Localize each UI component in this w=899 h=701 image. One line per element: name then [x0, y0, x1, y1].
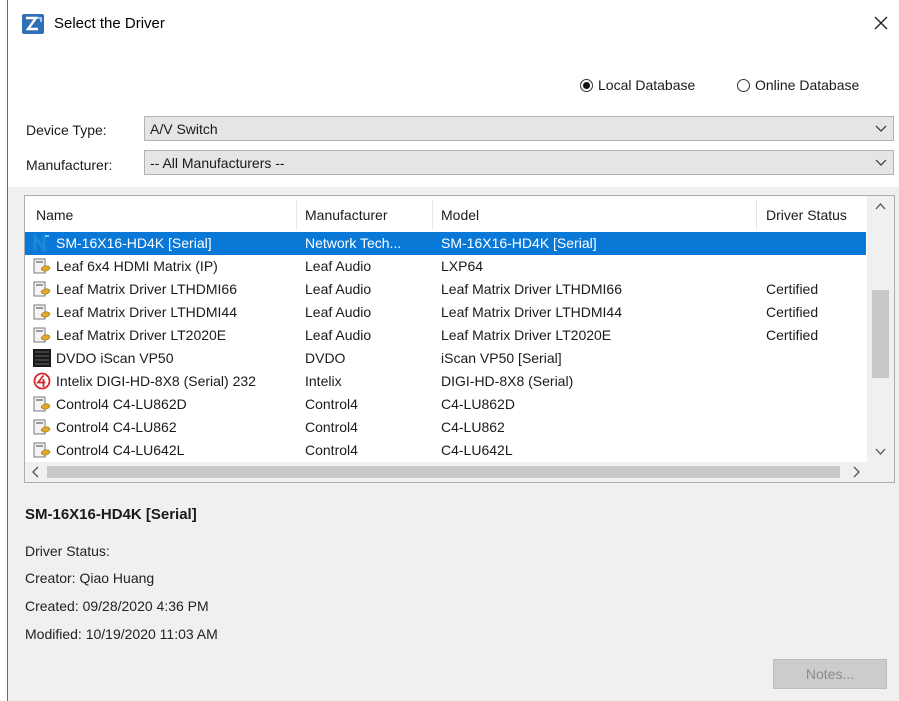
radio-checked-icon [580, 78, 593, 92]
horizontal-scrollbar[interactable] [25, 462, 867, 482]
vertical-scroll-thumb[interactable] [872, 290, 889, 378]
table-row[interactable]: SM-16X16-HD4K [Serial] Network Tech... S… [25, 232, 866, 255]
row-name: Leaf Matrix Driver LTHDMI66 [56, 281, 238, 297]
driver-status-text: Driver Status: [25, 543, 110, 559]
table-row[interactable]: Leaf Matrix Driver LT2020E Leaf Audio Le… [25, 324, 866, 347]
table-row[interactable]: Leaf Matrix Driver LTHDMI44 Leaf Audio L… [25, 301, 866, 324]
dvdo-icon [33, 349, 51, 367]
driver-list[interactable]: Name Manufacturer Model Driver Status SM… [24, 195, 895, 483]
row-manufacturer: Leaf Audio [305, 327, 372, 343]
row-manufacturer: Intelix [305, 373, 342, 389]
device-type-dropdown[interactable]: A/V Switch [144, 116, 894, 141]
local-database-radio[interactable]: Local Database [580, 77, 695, 93]
driver-package-icon [33, 419, 51, 435]
row-status: Certified [766, 281, 819, 297]
row-name: Control4 C4-LU642L [56, 442, 185, 458]
column-header-driver-status[interactable]: Driver Status [766, 207, 847, 223]
row-name: Leaf Matrix Driver LT2020E [56, 327, 227, 343]
notes-button[interactable]: Notes... [773, 659, 887, 689]
row-name: SM-16X16-HD4K [Serial] [56, 235, 212, 251]
scroll-left-button[interactable] [25, 462, 47, 482]
column-header-manufacturer[interactable]: Manufacturer [305, 207, 387, 223]
column-header-model[interactable]: Model [441, 207, 479, 223]
radio-unchecked-icon [737, 78, 750, 92]
created-date-text: Created: 09/28/2020 4:36 PM [25, 598, 209, 614]
row-name: Leaf Matrix Driver LTHDMI44 [56, 304, 238, 320]
chevron-down-icon [875, 159, 887, 166]
row-manufacturer: DVDO [305, 350, 346, 366]
window-title: Select the Driver [54, 15, 165, 32]
driver-package-icon [33, 258, 51, 274]
scroll-down-button[interactable] [867, 440, 894, 462]
manufacturer-dropdown[interactable]: -- All Manufacturers -- [144, 150, 894, 175]
device-type-value: A/V Switch [150, 121, 218, 137]
row-name: DVDO iScan VP50 [56, 350, 174, 366]
row-name: Control4 C4-LU862D [56, 396, 187, 412]
local-database-label: Local Database [598, 77, 696, 93]
row-manufacturer: Network Tech... [305, 235, 402, 251]
chevron-up-icon [875, 203, 886, 210]
table-row[interactable]: DVDO iScan VP50 DVDO iScan VP50 [Serial] [25, 347, 866, 370]
row-status: Certified [766, 304, 819, 320]
manufacturer-label: Manufacturer: [26, 157, 113, 173]
selected-driver-title: SM-16X16-HD4K [Serial] [25, 506, 197, 523]
row-model: Leaf Matrix Driver LTHDMI44 [441, 304, 623, 320]
row-model: SM-16X16-HD4K [Serial] [441, 235, 597, 251]
row-model: Leaf Matrix Driver LTHDMI66 [441, 281, 623, 297]
row-manufacturer: Leaf Audio [305, 258, 372, 274]
vertical-scrollbar[interactable] [867, 196, 894, 462]
chevron-down-icon [875, 448, 886, 455]
scrollbar-corner [867, 462, 894, 482]
horizontal-scroll-thumb[interactable] [47, 466, 840, 478]
row-model: C4-LU862D [441, 396, 515, 412]
row-model: C4-LU642L [441, 442, 513, 458]
creator-text: Creator: Qiao Huang [25, 570, 155, 586]
table-row[interactable]: Leaf 6x4 HDMI Matrix (IP) Leaf Audio LXP… [25, 255, 866, 278]
device-type-label: Device Type: [26, 122, 107, 138]
chevron-left-icon [32, 466, 39, 478]
row-manufacturer: Control4 [305, 419, 358, 435]
driver-package-icon [33, 396, 51, 412]
row-name: Leaf 6x4 HDMI Matrix (IP) [56, 258, 218, 274]
driver-package-icon [33, 281, 51, 297]
row-model: C4-LU862 [441, 419, 505, 435]
column-divider[interactable] [432, 200, 433, 230]
row-manufacturer: Leaf Audio [305, 304, 372, 320]
row-model: LXP64 [441, 258, 484, 274]
driver-package-icon [33, 327, 51, 343]
row-model: DIGI-HD-8X8 (Serial) [441, 373, 574, 389]
modified-date-text: Modified: 10/19/2020 11:03 AM [25, 626, 218, 642]
driver-package-icon [33, 442, 51, 458]
table-row[interactable]: Intelix DIGI-HD-8X8 (Serial) 232 Intelix… [25, 370, 866, 393]
online-database-radio[interactable]: Online Database [737, 77, 859, 93]
table-row[interactable]: Control4 C4-LU862D Control4 C4-LU862D [25, 393, 866, 416]
row-status: Certified [766, 327, 819, 343]
row-name: Intelix DIGI-HD-8X8 (Serial) 232 [56, 373, 256, 389]
column-header-name[interactable]: Name [36, 207, 73, 223]
driver-package-icon [33, 304, 51, 320]
network-technologies-icon [33, 234, 49, 252]
scroll-up-button[interactable] [867, 196, 894, 218]
intelix-logo-icon [33, 372, 51, 390]
chevron-right-icon [853, 466, 860, 478]
scroll-right-button[interactable] [845, 462, 867, 482]
column-divider[interactable] [756, 200, 757, 230]
column-divider[interactable] [296, 200, 297, 230]
close-button[interactable] [868, 10, 894, 36]
row-manufacturer: Leaf Audio [305, 281, 372, 297]
table-row[interactable]: Control4 C4-LU862 Control4 C4-LU862 [25, 416, 866, 439]
table-row[interactable]: Control4 C4-LU642L Control4 C4-LU642L [25, 439, 866, 460]
chevron-down-icon [875, 125, 887, 132]
row-manufacturer: Control4 [305, 396, 358, 412]
manufacturer-value: -- All Manufacturers -- [150, 155, 285, 171]
driver-rows: SM-16X16-HD4K [Serial] Network Tech... S… [25, 232, 866, 460]
row-model: Leaf Matrix Driver LT2020E [441, 327, 612, 343]
online-database-label: Online Database [755, 77, 860, 93]
row-manufacturer: Control4 [305, 442, 358, 458]
row-model: iScan VP50 [Serial] [441, 350, 562, 366]
table-row[interactable]: Leaf Matrix Driver LTHDMI66 Leaf Audio L… [25, 278, 866, 301]
composer-app-icon [22, 14, 44, 34]
row-name: Control4 C4-LU862 [56, 419, 177, 435]
close-icon [874, 16, 888, 30]
